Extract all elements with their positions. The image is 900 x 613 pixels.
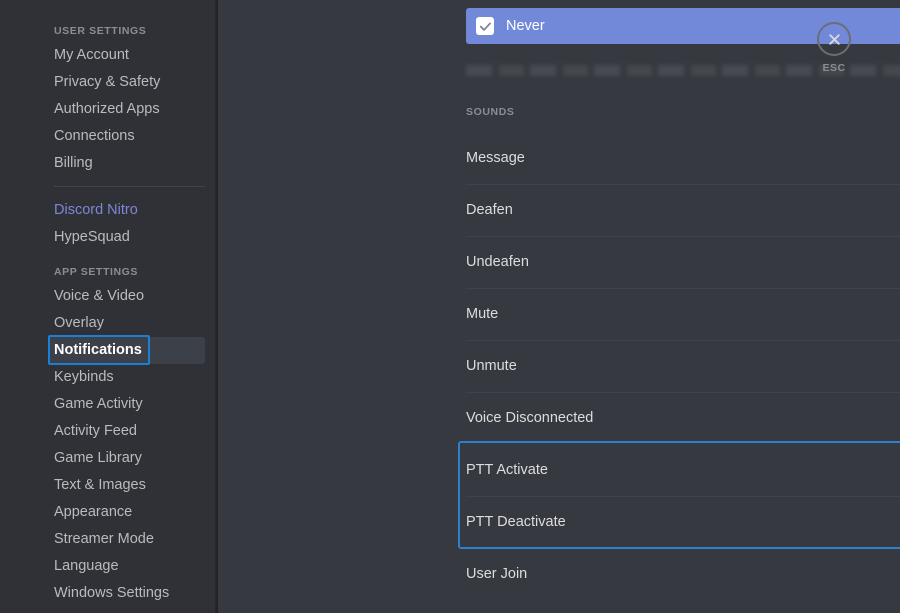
sidebar-item-streamer-mode[interactable]: Streamer Mode (0, 526, 218, 553)
sidebar-item-privacy-safety[interactable]: Privacy & Safety (0, 69, 218, 96)
sidebar-item-label: Billing (54, 155, 93, 171)
sidebar-item-voice-video[interactable]: Voice & Video (0, 283, 218, 310)
settings-sidebar: USER SETTINGS My Account Privacy & Safety A… (0, 0, 218, 613)
sound-row-label: Mute (466, 306, 499, 322)
checkbox-checked-icon[interactable] (476, 17, 494, 35)
sidebar-item-keybinds[interactable]: Keybinds (0, 364, 218, 391)
sound-row-unmute: Unmute (466, 340, 900, 392)
option-never-label: Never (506, 18, 545, 34)
sound-settings-list: Message Deafen Undeafen Mute Unmute Voice Dis… (458, 132, 900, 600)
sidebar-item-windows-settings[interactable]: Windows Settings (0, 580, 218, 607)
close-settings-label: ESC (822, 62, 846, 74)
sound-row-label: Voice Disconnected (466, 410, 594, 426)
sound-row-label: Unmute (466, 358, 517, 374)
sidebar-item-label: Windows Settings (54, 585, 170, 601)
sound-row-deafen: Deafen (466, 184, 900, 236)
sidebar-item-billing[interactable]: Billing (0, 150, 218, 177)
sound-row-mute: Mute (466, 288, 900, 340)
sidebar-item-label: Text & Images (54, 477, 146, 493)
sidebar-item-overlay[interactable]: Overlay (0, 310, 218, 337)
sidebar-item-label: Connections (54, 128, 135, 144)
sidebar-item-label: Activity Feed (54, 423, 137, 439)
sidebar-item-authorized-apps[interactable]: Authorized Apps (0, 96, 218, 123)
notifications-settings-panel: Never SOUNDS Message Deafen Undeafen Mute Un… (218, 0, 900, 613)
sidebar-item-label: Game Activity (54, 396, 143, 412)
sidebar-item-hypesquad[interactable]: HypeSquad (0, 224, 218, 251)
sound-row-ptt-activate: PTT Activate (466, 444, 900, 496)
sound-row-label: User Join (466, 566, 528, 582)
sound-row-undeafen: Undeafen (466, 236, 900, 288)
section-heading-sounds: SOUNDS (466, 106, 515, 118)
sidebar-item-label: Streamer Mode (54, 531, 154, 547)
sidebar-item-label: Privacy & Safety (54, 74, 161, 90)
sidebar-divider (54, 186, 205, 187)
sidebar-item-game-library[interactable]: Game Library (0, 445, 218, 472)
sidebar-item-discord-nitro[interactable]: Discord Nitro (0, 197, 218, 224)
sound-row-label: Message (466, 150, 525, 166)
sidebar-item-label: Voice & Video (54, 288, 145, 304)
sidebar-item-label: Authorized Apps (54, 101, 160, 117)
highlighted-settings-group: PTT Activate PTT Deactivate (458, 441, 900, 549)
sidebar-heading-app-settings: APP SETTINGS (54, 266, 139, 278)
sidebar-item-game-activity[interactable]: Game Activity (0, 391, 218, 418)
sound-row-label: PTT Activate (466, 462, 548, 478)
sidebar-item-appearance[interactable]: Appearance (0, 499, 218, 526)
close-settings-button[interactable]: ESC (810, 22, 858, 74)
close-icon[interactable] (817, 22, 851, 56)
sidebar-heading-user-settings: USER SETTINGS (54, 25, 147, 37)
sidebar-item-connections[interactable]: Connections (0, 123, 218, 150)
sidebar-item-label: HypeSquad (54, 229, 130, 245)
sidebar-item-notifications[interactable]: Notifications (0, 335, 218, 365)
sidebar-item-label: My Account (54, 47, 129, 63)
sound-row-user-join: User Join (466, 548, 900, 600)
sound-row-label: PTT Deactivate (466, 514, 566, 530)
sidebar-item-label: Overlay (54, 315, 104, 331)
sound-row-label: Undeafen (466, 254, 529, 270)
sidebar-item-activity-feed[interactable]: Activity Feed (0, 418, 218, 445)
sidebar-item-my-account[interactable]: My Account (0, 42, 218, 69)
sidebar-item-label: Discord Nitro (54, 202, 138, 218)
sidebar-item-language[interactable]: Language (0, 553, 218, 580)
discord-user-settings-window: USER SETTINGS My Account Privacy & Safety A… (0, 0, 900, 613)
sidebar-item-label: Language (54, 558, 119, 574)
sound-row-label: Deafen (466, 202, 513, 218)
sound-row-voice-disconnected: Voice Disconnected (466, 392, 900, 444)
sidebar-item-label: Keybinds (54, 369, 114, 385)
sidebar-item-label: Notifications (54, 342, 142, 358)
settings-content: Never SOUNDS Message Deafen Undeafen Mute Un… (458, 0, 900, 600)
sidebar-item-label: Appearance (54, 504, 133, 520)
sidebar-item-text-images[interactable]: Text & Images (0, 472, 218, 499)
sidebar-item-label: Game Library (54, 450, 142, 466)
sound-row-message: Message (466, 132, 900, 184)
sound-row-ptt-deactivate: PTT Deactivate (466, 496, 900, 548)
